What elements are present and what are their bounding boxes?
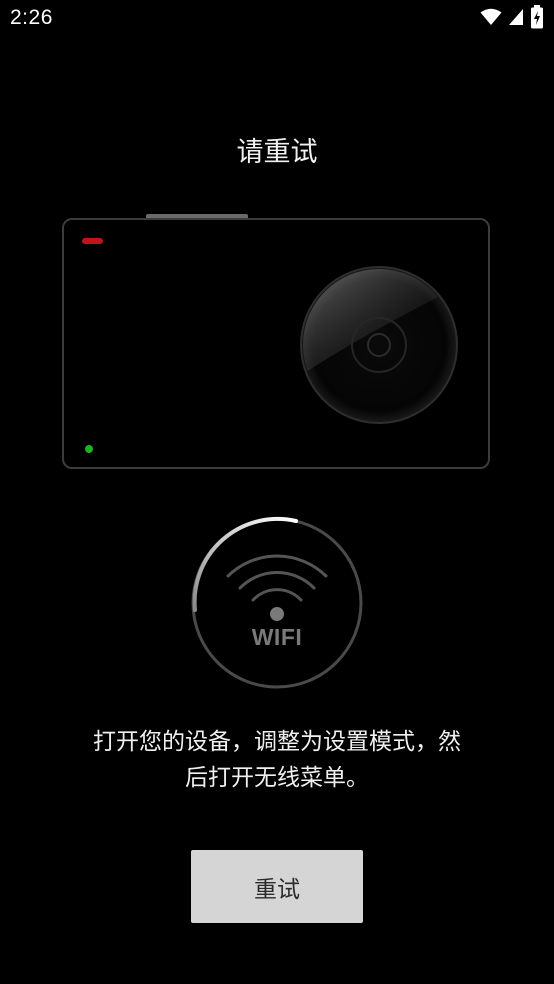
wifi-icon (226, 554, 328, 602)
wifi-label: WIFI (251, 624, 303, 650)
status-time: 2:26 (10, 6, 53, 29)
screen: 2:26 请重试 WIFI 打开您的设备，调整为设置模式，然 后打开无线菜单。 … (0, 0, 554, 984)
camera-lens-icon (300, 266, 460, 430)
camera-red-led (82, 238, 103, 244)
instruction-line-2: 后打开无线菜单。 (185, 765, 369, 791)
status-icons (480, 5, 544, 33)
page-title: 请重试 (236, 137, 318, 168)
cell-signal-icon (508, 8, 524, 30)
instruction-line-1: 打开您的设备，调整为设置模式，然 (93, 729, 461, 755)
wifi-status-ring (188, 514, 366, 696)
instruction-text: 打开您的设备，调整为设置模式，然 后打开无线菜单。 (60, 724, 494, 796)
camera-green-led (85, 445, 93, 453)
wifi-icon (480, 8, 502, 30)
status-bar: 2:26 (0, 0, 554, 38)
retry-button[interactable]: 重试 (191, 850, 363, 923)
battery-charging-icon (530, 5, 544, 33)
